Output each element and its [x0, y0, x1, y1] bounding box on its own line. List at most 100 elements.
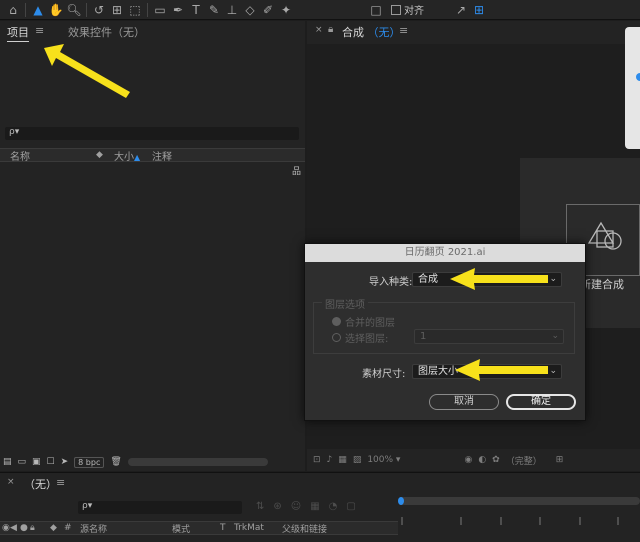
cancel-button[interactable]: 取消	[429, 394, 499, 410]
project-scrollbar[interactable]	[127, 458, 268, 466]
column-index[interactable]: #	[64, 523, 80, 533]
mask-visibility-icon[interactable]: ▨	[353, 455, 362, 465]
motion-blur-icon[interactable]: ◔	[329, 501, 338, 512]
radio-selected-icon	[332, 317, 341, 326]
draft-3d-icon[interactable]: ⊛	[273, 501, 281, 512]
search-icon: ρ▾	[9, 127, 20, 137]
timeline-search-input[interactable]: ρ▾	[78, 501, 242, 514]
project-panel: 项目 ≡ 效果控件（无） ρ▾ 名称 ◆ 大小▲ 注释 品 ▤ ▭ ▣ ☐ ➤ …	[0, 21, 305, 471]
project-tab-menu-icon[interactable]: ≡	[35, 24, 44, 37]
lock-icon[interactable]: 🔒︎	[30, 523, 50, 533]
tab-composition[interactable]: 合成 （无）	[342, 24, 401, 40]
hand-tool-icon[interactable]: ✋	[47, 1, 65, 19]
grid-icon[interactable]: ⊞	[470, 1, 488, 19]
footage-size-select[interactable]: 图层大小 ⌄	[412, 364, 562, 379]
snapshot-icon[interactable]: ◉	[464, 455, 472, 465]
work-area-start-handle[interactable]	[398, 497, 404, 505]
label-tag-icon[interactable]: ◆	[96, 150, 114, 160]
work-area-bar[interactable]	[398, 497, 640, 505]
choose-layer-radio[interactable]: 选择图层:	[332, 330, 388, 345]
close-icon[interactable]: ×	[315, 25, 323, 35]
radio-dot-icon	[636, 73, 640, 81]
import-dialog: 日历翻页 2021.ai 导入种类: 合成 ⌄ 图层选项 合并的图层 选择图层:…	[304, 243, 586, 421]
viewer-toolbar: ⊡ ♪ ▦ ▨ 100% ▾ ◉ ◐ ✿ （完整） ⊞	[307, 451, 640, 469]
time-ruler[interactable]	[398, 513, 640, 525]
column-parent[interactable]: 父级和链接	[282, 522, 327, 535]
column-comment[interactable]: 注释	[152, 148, 172, 163]
search-icon: ρ▾	[82, 501, 93, 511]
new-folder-icon[interactable]: ▭	[18, 457, 27, 467]
puppet-tool-icon[interactable]: ✦	[277, 1, 295, 19]
chevron-down-icon: ⌄	[549, 366, 557, 376]
rotate-tool-icon[interactable]: ↺	[90, 1, 108, 19]
view-options-icon[interactable]: ⊞	[556, 455, 564, 465]
tab-timeline[interactable]: （无）	[24, 476, 57, 492]
choose-layer-select[interactable]: 1 ⌄	[414, 329, 564, 344]
adjust-icon[interactable]: ☐	[47, 457, 55, 467]
chevron-down-icon: ⌄	[551, 331, 559, 341]
camera-tool-icon[interactable]: ⊞	[108, 1, 126, 19]
roto-brush-tool-icon[interactable]: ✐	[259, 1, 277, 19]
choose-layer-label: 选择图层:	[345, 334, 389, 345]
column-size[interactable]: 大小▲	[114, 148, 152, 163]
tab-project[interactable]: 项目	[7, 24, 29, 42]
merged-layers-radio[interactable]: 合并的图层	[332, 314, 395, 329]
interpret-footage-icon[interactable]: ▤	[3, 457, 12, 467]
ok-button[interactable]: 确定	[506, 394, 576, 410]
rectangle-tool-icon[interactable]: ▭	[151, 1, 169, 19]
close-icon[interactable]: ×	[7, 477, 15, 487]
lock-icon[interactable]: 🔒︎	[328, 24, 333, 35]
selection-tool-icon[interactable]: ▲	[29, 1, 47, 19]
type-tool-icon[interactable]: T	[187, 1, 205, 19]
pan-behind-tool-icon[interactable]: ⬚	[126, 1, 144, 19]
always-preview-icon[interactable]: ⊡	[313, 455, 321, 465]
zoom-tool-icon[interactable]: 🔍︎	[65, 1, 83, 19]
audio-icon[interactable]: ◀	[10, 523, 20, 533]
label-tag-icon[interactable]: ◆	[50, 523, 64, 533]
solo-icon[interactable]: ●	[20, 523, 30, 533]
column-name[interactable]: 名称	[10, 148, 96, 163]
show-snapshot-icon[interactable]: ◐	[478, 455, 486, 465]
layer-options-group: 图层选项 合并的图层 选择图层: 1 ⌄	[313, 296, 575, 354]
graph-editor-icon[interactable]: ▢	[346, 501, 355, 512]
grid-overlay-icon[interactable]: ▦	[338, 455, 347, 465]
chevron-down-icon: ⌄	[549, 274, 557, 284]
eraser-tool-icon[interactable]: ◇	[241, 1, 259, 19]
timeline-tab-menu-icon[interactable]: ≡	[56, 476, 65, 489]
audio-icon[interactable]: ♪	[327, 455, 333, 465]
render-icon[interactable]: ➤	[61, 457, 69, 467]
flowchart-icon[interactable]: 品	[292, 164, 301, 177]
radio-empty-icon	[332, 333, 341, 342]
shy-icon[interactable]: ☺	[291, 501, 301, 512]
column-source-name[interactable]: 源名称	[80, 522, 172, 535]
video-eye-icon[interactable]: ◉	[2, 523, 10, 533]
quality-select[interactable]: （完整）	[506, 454, 542, 467]
column-t[interactable]: T	[220, 523, 234, 533]
footage-size-value: 图层大小	[418, 366, 458, 377]
align-checkbox[interactable]: 对齐	[391, 2, 424, 17]
bpc-toggle[interactable]: 8 bpc	[74, 456, 105, 468]
zoom-select[interactable]: 100% ▾	[367, 455, 400, 465]
brush-tool-icon[interactable]: ✎	[205, 1, 223, 19]
comp-flowchart-icon[interactable]: ⇅	[256, 501, 264, 512]
new-composition-icon[interactable]: ▣	[32, 457, 41, 467]
column-trkmat[interactable]: TrkMat	[234, 523, 282, 533]
start-panel-edge	[625, 27, 640, 149]
project-footer: ▤ ▭ ▣ ☐ ➤ 8 bpc 🗑︎	[0, 454, 305, 470]
tool-options-icon[interactable]: □	[367, 1, 385, 19]
import-kind-select[interactable]: 合成 ⌄	[412, 272, 562, 287]
tab-effect-controls[interactable]: 效果控件（无）	[68, 24, 145, 40]
clone-stamp-tool-icon[interactable]: ⊥	[223, 1, 241, 19]
snapping-icon[interactable]: ↗	[452, 1, 470, 19]
tools-toolbar: ⌂ ▲ ✋ 🔍︎ ↺ ⊞ ⬚ ▭ ✒ T ✎ ⊥ ◇ ✐ ✦ □ 对齐 ↗ ⊞	[0, 0, 640, 20]
project-search-input[interactable]: ρ▾	[5, 127, 299, 140]
home-icon[interactable]: ⌂	[4, 1, 22, 19]
frame-blend-icon[interactable]: ▦	[310, 501, 319, 512]
column-mode[interactable]: 模式	[172, 522, 220, 535]
comp-tab-value: （无）	[367, 26, 401, 39]
color-icon[interactable]: ✿	[492, 455, 500, 465]
layer-options-label: 图层选项	[322, 296, 368, 311]
comp-tab-menu-icon[interactable]: ≡	[399, 24, 408, 37]
trash-icon[interactable]: 🗑︎	[110, 457, 121, 467]
pen-tool-icon[interactable]: ✒	[169, 1, 187, 19]
